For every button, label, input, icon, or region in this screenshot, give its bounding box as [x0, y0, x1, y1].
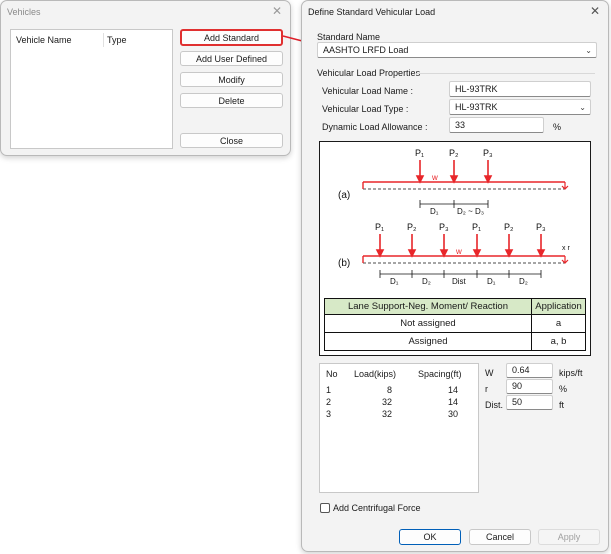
w-b: w: [455, 247, 462, 256]
d1-a: D₁: [430, 207, 439, 216]
dist-label: Dist.: [485, 400, 503, 410]
d1-b2: D₁: [487, 277, 496, 286]
ok-button[interactable]: OK: [399, 529, 461, 545]
axle-row-load: 8: [386, 385, 392, 395]
axle-row-load: 32: [381, 397, 392, 407]
d1-b1: D₁: [390, 277, 399, 286]
axle-table[interactable]: No Load(kips) Spacing(ft) 1 8 14 2 32 14…: [319, 363, 479, 493]
lane-row-condition: Not assigned: [400, 318, 456, 329]
w-input[interactable]: 0.64: [506, 363, 553, 378]
lane-row-application: a, b: [550, 336, 567, 347]
r-input[interactable]: 90: [506, 379, 553, 394]
load-type-select[interactable]: HL-93TRK ⌄: [449, 99, 591, 115]
modify-button[interactable]: Modify: [180, 72, 283, 87]
dist-unit: ft: [559, 400, 565, 410]
vehicles-close-icon[interactable]: ✕: [270, 4, 284, 18]
axle-row-spacing: 14: [447, 397, 458, 407]
define-close-icon[interactable]: ✕: [588, 4, 602, 18]
lane-header-application: Application: [535, 301, 582, 312]
lane-support-table: Lane Support-Neg. Moment/ Reaction Appli…: [324, 298, 586, 351]
centrifugal-label: Add Centrifugal Force: [333, 503, 421, 513]
d2-b1: D₂: [422, 277, 431, 286]
axle-row-no: 3: [326, 409, 332, 419]
column-header-vehicle-name[interactable]: Vehicle Name: [16, 34, 72, 46]
p1-a: P₁: [415, 148, 424, 158]
lane-row-condition: Assigned: [408, 336, 448, 347]
vehicles-window: Vehicles ✕ Vehicle Name Type Add Standar…: [0, 0, 291, 156]
axle-row-load: 32: [381, 409, 392, 419]
vehicles-title: Vehicles: [7, 7, 41, 17]
d2-b2: D₂: [519, 277, 528, 286]
standard-name-value: AASHTO LRFD Load: [323, 45, 409, 55]
lane-header-condition: Lane Support-Neg. Moment/ Reaction: [347, 301, 508, 312]
delete-button[interactable]: Delete: [180, 93, 283, 108]
dynamic-allowance-label: Dynamic Load Allowance :: [322, 122, 428, 132]
d2d3-a: D₂ ~ D₃: [457, 207, 484, 216]
p2-a: P₂: [449, 148, 459, 158]
chevron-down-icon: ⌄: [579, 103, 586, 112]
load-name-input[interactable]: HL-93TRK: [449, 81, 591, 97]
add-user-defined-button[interactable]: Add User Defined: [180, 51, 283, 66]
axle-arrows-a: [415, 160, 493, 184]
dynamic-allowance-input[interactable]: 33: [449, 117, 544, 133]
centrifugal-checkbox[interactable]: [320, 503, 330, 513]
properties-divider: [417, 73, 595, 74]
p2-b2: P₂: [504, 222, 514, 232]
define-load-window: Define Standard Vehicular Load ✕ Standar…: [301, 0, 609, 552]
load-diagram: (a) P₁ P₂ P₃ w D₁ D₂ ~ D₃ (b) P₁ P₂ P₃ P…: [338, 148, 570, 286]
lane-row-application: a: [555, 318, 562, 329]
column-header-type[interactable]: Type: [107, 34, 127, 46]
add-standard-button[interactable]: Add Standard: [180, 29, 283, 46]
w-a: w: [431, 173, 438, 182]
axle-header-no[interactable]: No: [326, 368, 338, 380]
label-a: (a): [338, 190, 350, 201]
chevron-down-icon: ⌄: [585, 46, 592, 55]
lane-table-row: Assigned a, b: [325, 333, 585, 350]
r-unit: %: [559, 384, 568, 394]
axle-row-no: 2: [326, 397, 332, 407]
lane-table-row: Not assigned a: [325, 315, 585, 333]
p1-b1: P₁: [375, 222, 384, 232]
column-divider: [103, 33, 104, 47]
p3-a: P₃: [483, 148, 493, 158]
load-diagram-panel: (a) P₁ P₂ P₃ w D₁ D₂ ~ D₃ (b) P₁ P₂ P₃ P…: [319, 141, 591, 356]
axle-header-spacing[interactable]: Spacing(ft): [418, 368, 462, 380]
r-label: r: [485, 384, 488, 394]
lane-table-header: Lane Support-Neg. Moment/ Reaction Appli…: [325, 299, 585, 315]
axle-header-load[interactable]: Load(kips): [354, 368, 396, 380]
p3-b2: P₃: [536, 222, 546, 232]
close-button[interactable]: Close: [180, 133, 283, 148]
axle-row-spacing: 14: [447, 385, 458, 395]
dist-b: Dist: [452, 277, 467, 286]
load-type-value: HL-93TRK: [455, 102, 498, 112]
cancel-button[interactable]: Cancel: [469, 529, 531, 545]
p2-b1: P₂: [407, 222, 417, 232]
axle-row-no: 1: [326, 385, 332, 395]
standard-name-select[interactable]: AASHTO LRFD Load ⌄: [317, 42, 597, 58]
axle-row-spacing: 30: [447, 409, 458, 419]
load-name-label: Vehicular Load Name :: [322, 86, 414, 96]
w-unit: kips/ft: [559, 368, 583, 378]
define-title: Define Standard Vehicular Load: [308, 7, 436, 17]
label-b: (b): [338, 258, 350, 269]
dist-input[interactable]: 50: [506, 395, 553, 410]
properties-label: Vehicular Load Properties: [317, 68, 421, 78]
vehicle-list[interactable]: Vehicle Name Type: [10, 29, 173, 149]
xr-b: x r: [562, 245, 570, 252]
p3-b1: P₃: [439, 222, 449, 232]
apply-button[interactable]: Apply: [538, 529, 600, 545]
w-label: W: [485, 368, 494, 378]
load-type-label: Vehicular Load Type :: [322, 104, 409, 114]
dynamic-allowance-unit: %: [553, 122, 562, 132]
p1-b2: P₁: [472, 222, 481, 232]
